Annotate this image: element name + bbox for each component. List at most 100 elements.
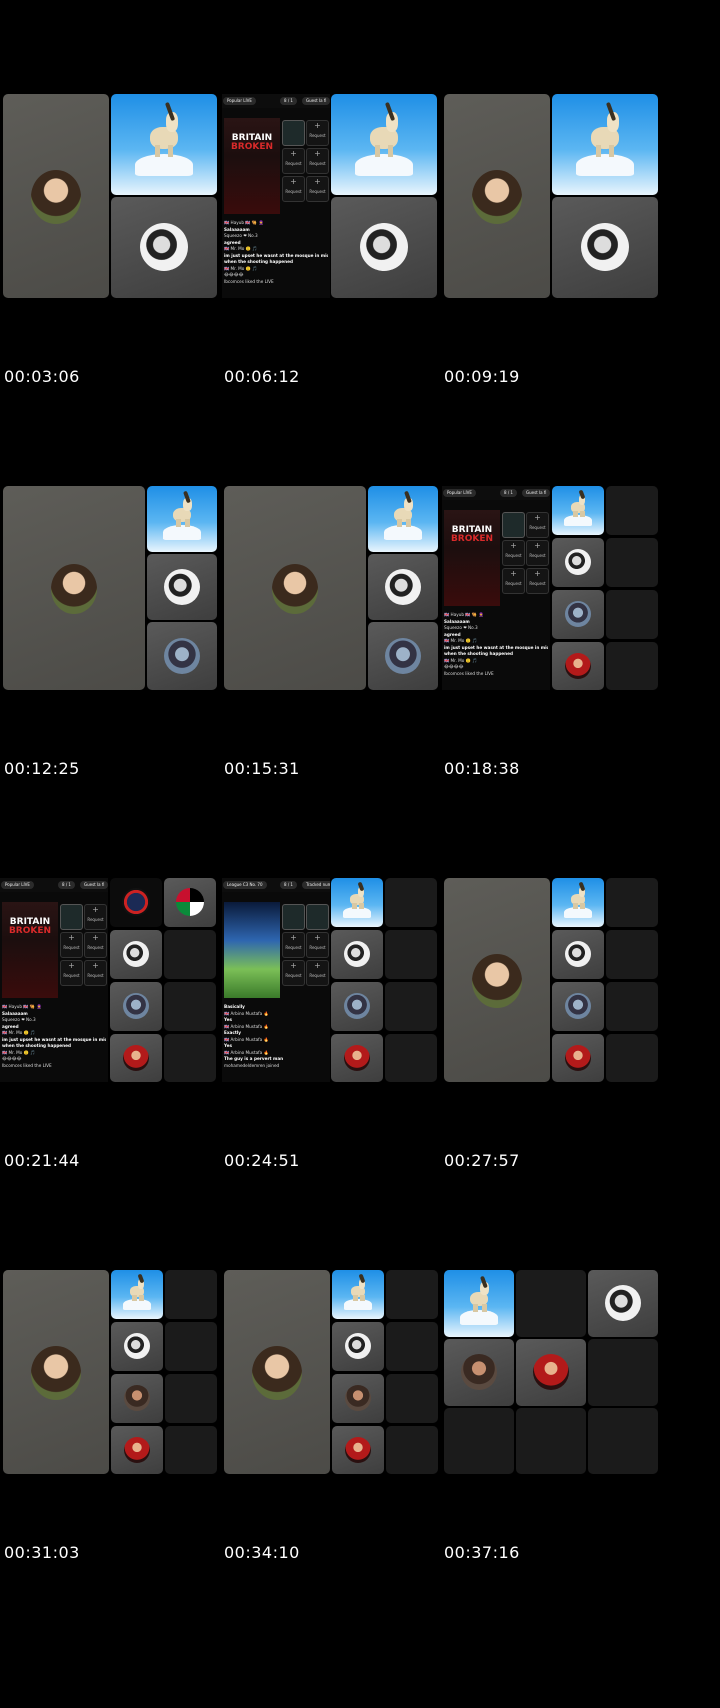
video-tile-host (3, 486, 145, 690)
host-avatar (252, 1346, 302, 1400)
video-tile-host (3, 1270, 109, 1474)
guest-avatar (565, 993, 591, 1019)
timestamp: 00:03:06 (4, 367, 80, 386)
guest-avatar (360, 223, 408, 271)
timestamp: 00:34:10 (224, 1543, 300, 1562)
video-tile-goat (111, 94, 217, 195)
request-slot[interactable]: Request (282, 951, 305, 986)
guest-avatar (533, 1354, 569, 1390)
video-tile-guest (147, 554, 217, 620)
goat-image (563, 489, 593, 526)
video-tile-guest (164, 878, 216, 927)
guest-avatar (565, 549, 591, 575)
request-slot[interactable]: Request (306, 951, 329, 986)
guest-avatar (176, 888, 204, 916)
thumbnail-11 (222, 1266, 455, 1490)
video-tile-guest (111, 1374, 163, 1423)
popular-live-pill[interactable]: Popular LIVE (223, 97, 256, 105)
guest-avatar (605, 1285, 641, 1321)
video-tile-guest (111, 197, 217, 298)
video-tile-guest (552, 538, 604, 587)
thumbnail-5 (222, 482, 455, 706)
video-tile-guest (552, 1034, 604, 1082)
empty-tile (606, 642, 658, 690)
empty-tile (165, 1426, 217, 1474)
empty-tile (606, 930, 658, 979)
request-slot[interactable]: Request (282, 167, 305, 202)
goat-image (343, 1273, 373, 1310)
live-poster: BRITAIN BROKEN (444, 510, 500, 606)
goat-image (342, 881, 372, 918)
empty-tile (164, 930, 216, 979)
guest-avatar (565, 601, 591, 627)
host-avatar (31, 1346, 81, 1400)
video-tile-goat (331, 878, 383, 927)
empty-tile (385, 982, 437, 1031)
guest-avatar (385, 638, 421, 674)
guest-avatar (123, 941, 149, 967)
thumbnail-8: League C3 No. 70 8 / 1 Tracked num Reque… (222, 874, 455, 1098)
timestamp: 00:09:19 (444, 367, 520, 386)
chat-feed: 🇬🇧 Hayub 🇬🇧 🐫 🧕 Salaaaaam Squeezo ❤ No.3 ag… (444, 612, 548, 676)
video-tile-guest (110, 1034, 162, 1082)
guest-avatar (123, 993, 149, 1019)
host-avatar (51, 564, 97, 614)
thumbnail-7: Popular LIVE 8 / 1 Guest la fi BRITAIN BR… (0, 874, 233, 1098)
empty-tile (588, 1339, 658, 1406)
request-slot[interactable]: Request (306, 167, 329, 202)
timestamp: 00:12:25 (4, 759, 80, 778)
request-slot[interactable]: Request (526, 559, 549, 594)
video-tile-guest (110, 930, 162, 979)
live-poster: BRITAIN BROKEN (2, 902, 58, 998)
empty-tile (444, 1408, 514, 1474)
count-pill: 8 / 1 (58, 881, 75, 889)
poster-title: BRITAIN BROKEN (450, 525, 494, 544)
video-tile-host (444, 94, 550, 298)
host-avatar (472, 954, 522, 1008)
timestamp: 00:31:03 (4, 1543, 80, 1562)
live-poster: BRITAIN BROKEN (224, 118, 280, 214)
poster-title: BRITAIN BROKEN (8, 917, 52, 936)
video-tile-guest (552, 930, 604, 979)
empty-tile (516, 1408, 586, 1474)
guest-avatar (344, 941, 370, 967)
request-slot[interactable]: Request (84, 951, 107, 986)
timestamp: 00:15:31 (224, 759, 300, 778)
app-topbar: Popular LIVE 8 / 1 Guest la fi (0, 878, 108, 892)
request-slot[interactable]: Request (60, 951, 83, 986)
empty-tile (606, 538, 658, 587)
timestamp: 00:18:38 (444, 759, 520, 778)
thumbnail-12 (442, 1266, 675, 1490)
empty-tile (385, 1034, 437, 1082)
video-tile-host (224, 486, 366, 690)
guest-avatar (565, 653, 591, 679)
count-pill: 8 / 1 (280, 881, 297, 889)
guest-avatar (124, 1437, 150, 1463)
video-tile-host (444, 878, 550, 1082)
league-pill[interactable]: League C3 No. 70 (223, 881, 267, 889)
tracked-pill[interactable]: Tracked num (302, 881, 330, 889)
video-tile-guest (368, 622, 438, 690)
video-tile-goat (368, 486, 438, 552)
host-avatar (272, 564, 318, 614)
stadium-image (224, 902, 280, 998)
video-tile-guest (147, 622, 217, 690)
popular-live-pill[interactable]: Popular LIVE (1, 881, 34, 889)
video-tile-guest (516, 1339, 586, 1406)
app-overlay: Popular LIVE 8 / 1 Guest la fi BRITAIN BR… (0, 878, 108, 1082)
request-slot[interactable]: Request (502, 559, 525, 594)
guest-pill[interactable]: Guest la fi (522, 489, 550, 497)
empty-tile (606, 486, 658, 535)
app-overlay: League C3 No. 70 8 / 1 Tracked num Reque… (222, 878, 330, 1082)
guest-pill[interactable]: Guest la fi (80, 881, 108, 889)
empty-tile (606, 878, 658, 927)
guest-avatar (344, 993, 370, 1019)
guest-avatar (565, 1045, 591, 1071)
popular-live-pill[interactable]: Popular LIVE (443, 489, 476, 497)
guest-avatar (565, 941, 591, 967)
video-tile-guest (552, 590, 604, 639)
video-tile-guest (331, 982, 383, 1031)
guest-pill[interactable]: Guest la fi (302, 97, 330, 105)
app-topbar: Popular LIVE 8 / 1 Guest la fi (442, 486, 550, 500)
goat-image (459, 1275, 499, 1325)
